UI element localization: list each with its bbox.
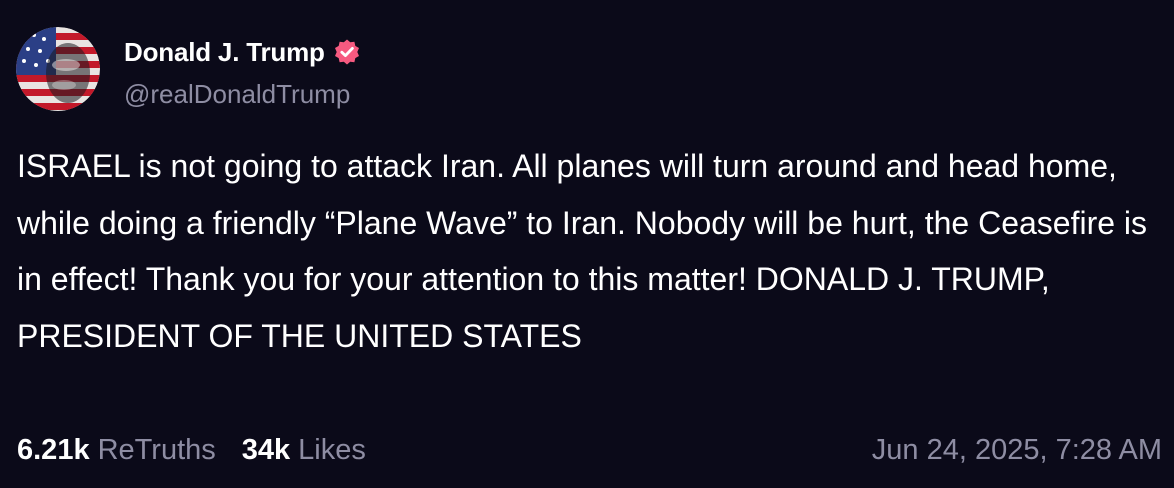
likes-label: Likes	[298, 433, 366, 466]
author-display-name[interactable]: Donald J. Trump	[124, 37, 325, 68]
truth-post: Donald J. Trump @realDonaldTrump ISRAEL …	[0, 0, 1174, 488]
post-body-text: ISRAEL is not going to attack Iran. All …	[17, 148, 1156, 354]
author-avatar[interactable]	[16, 27, 100, 111]
retruths-label: ReTruths	[97, 433, 216, 466]
verified-badge-icon	[333, 38, 361, 66]
retruths-count: 6.21k	[17, 433, 90, 466]
post-stats: 6.21k ReTruths 34k Likes	[17, 428, 366, 472]
author-handle[interactable]: @realDonaldTrump	[124, 79, 350, 110]
author-name-row: Donald J. Trump	[124, 35, 361, 69]
retruths-stat[interactable]: 6.21k ReTruths	[17, 434, 216, 467]
likes-count: 34k	[241, 433, 291, 466]
flag-portrait-avatar-icon	[16, 27, 100, 111]
likes-stat[interactable]: 34k Likes	[242, 434, 366, 467]
post-timestamp[interactable]: Jun 24, 2025, 7:28 AM	[872, 428, 1162, 472]
